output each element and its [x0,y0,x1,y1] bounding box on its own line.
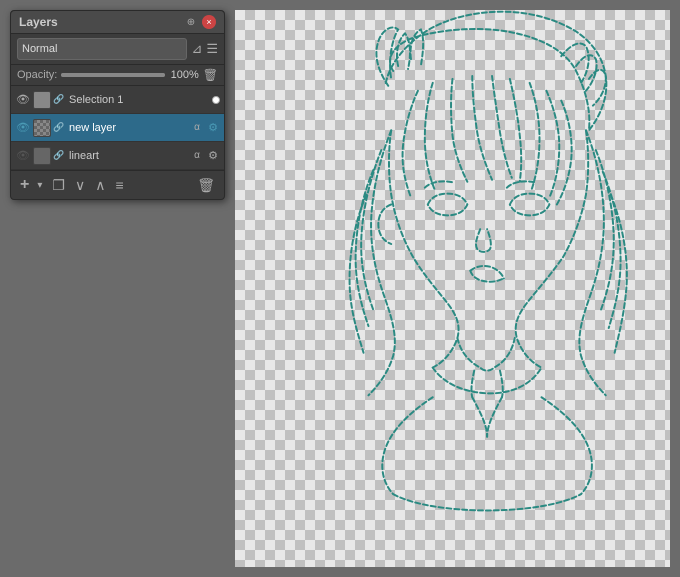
canvas-background: .line-art { stroke: #2a2a2a; stroke-widt… [235,10,670,567]
duplicate-layer-button[interactable]: ❐ [49,176,68,195]
layer-chain-selection1: 🔗 [53,94,65,106]
layer-thumbnail-new-layer [33,119,51,137]
layer-alpha-icon-lineart[interactable]: α [190,150,204,161]
layer-gear-icon[interactable]: ⚙ [206,121,220,134]
delete-layer-button[interactable]: 🗑 [194,176,218,195]
filter-icon[interactable]: ⊿ [191,41,202,57]
panel-header-icons: ⊕ × [184,15,216,29]
layer-chain-lineart: 🔗 [53,150,65,162]
move-layer-up-button[interactable]: ∧ [92,176,108,195]
layer-visibility-eye-new-layer[interactable]: 👁 [15,120,31,136]
layer-right-icons-lineart: α ⚙ [190,149,220,162]
panel-close-button[interactable]: × [202,15,216,29]
add-layer-group: + ▾ [17,175,45,195]
blend-mode-select[interactable]: Normal Multiply Screen Overlay [17,38,187,60]
opacity-row: Opacity: 100% 🗑 [11,65,224,86]
mode-row: Normal Multiply Screen Overlay ⊿ ☰ [11,34,224,65]
layer-thumbnail-lineart [33,147,51,165]
add-layer-chevron[interactable]: ▾ [34,179,45,192]
layer-row-selection1[interactable]: 👁 🔗 Selection 1 [11,86,224,114]
layers-panel: Layers ⊕ × Normal Multiply Screen Overla… [10,10,225,200]
layer-visibility-eye-selection1[interactable]: 👁 [15,92,31,108]
layer-visibility-eye-lineart[interactable]: 👁 [15,148,31,164]
canvas-area: .line-art { stroke: #2a2a2a; stroke-widt… [235,10,670,567]
layer-gear-icon-lineart[interactable]: ⚙ [206,149,220,162]
panel-bottom-toolbar: + ▾ ❐ ∨ ∧ ≡ 🗑 [11,170,224,199]
panel-settings-icon[interactable]: ⊕ [184,15,198,29]
add-layer-button[interactable]: + [17,175,32,195]
opacity-slider-fill [61,73,164,77]
opacity-trash-icon[interactable]: 🗑 [203,68,218,82]
layer-alpha-icon[interactable]: α [190,122,204,133]
layer-name-new-layer: new layer [67,122,188,134]
layer-row-lineart[interactable]: 👁 🔗 lineart α ⚙ [11,142,224,170]
opacity-value: 100% [169,69,199,81]
panel-header: Layers ⊕ × [11,11,224,34]
layer-right-icons-new-layer: α ⚙ [190,121,220,134]
layer-name-selection1: Selection 1 [67,94,210,106]
layer-chain-new-layer: 🔗 [53,122,65,134]
drawing-canvas[interactable]: .line-art { stroke: #2a2a2a; stroke-widt… [235,10,670,567]
layer-row-new-layer[interactable]: 👁 🔗 new layer α ⚙ [11,114,224,142]
opacity-slider[interactable] [61,73,164,77]
layer-name-lineart: lineart [67,150,188,162]
opacity-label: Opacity: [17,69,57,81]
layer-dot-selection1 [212,96,220,104]
move-layer-down-button[interactable]: ∨ [72,176,88,195]
layer-thumbnail-selection1 [33,91,51,109]
panel-title: Layers [19,15,58,29]
layer-options-icon[interactable]: ☰ [206,41,218,57]
flatten-layers-button[interactable]: ≡ [112,176,126,194]
layers-list: 👁 🔗 Selection 1 👁 🔗 new layer α ⚙ 👁 🔗 li… [11,86,224,170]
